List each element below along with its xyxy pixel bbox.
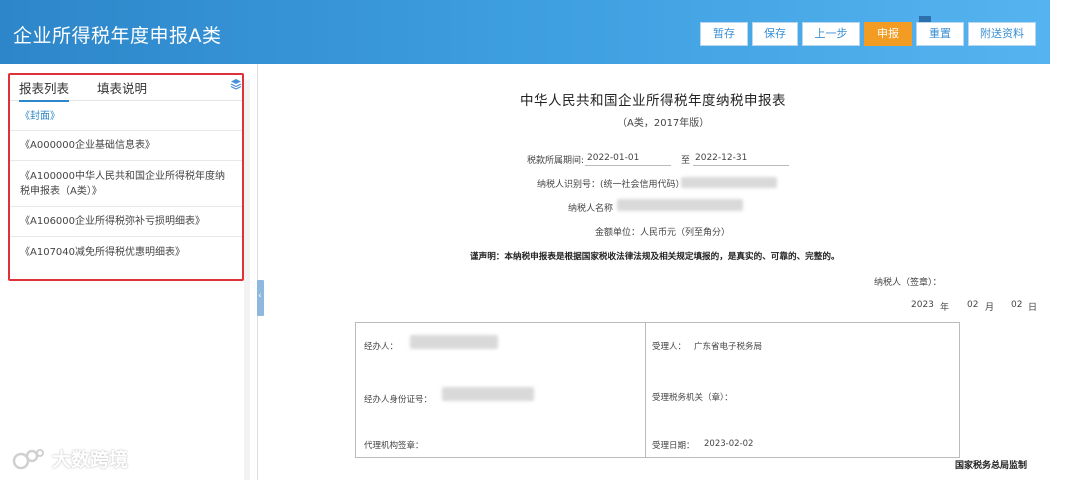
date-year: 2023 xyxy=(911,300,934,310)
signature-table: 经办人： 经办人身份证号： 代理机构签章： 受理人： 广东省电子税务局 受理税务… xyxy=(355,322,960,458)
tab-fill-instructions[interactable]: 填表说明 xyxy=(97,78,147,97)
date-day: 02 xyxy=(1011,300,1023,310)
handler-redacted xyxy=(410,335,498,349)
period-end-underline xyxy=(693,165,789,166)
accept-date-value: 2023-02-02 xyxy=(704,439,754,449)
handler-id-redacted xyxy=(442,387,534,401)
amount-unit-label: 金额单位：人民币元（列至角分） xyxy=(595,228,731,238)
declaration-form: 中华人民共和国企业所得税年度纳税申报表 （A类，2017年版） 税款所属期间: … xyxy=(265,64,1050,480)
supervision-text: 国家税务总局监制 xyxy=(955,461,1028,471)
sidebar: 报表列表 填表说明 《封面》 《A000000企业基础信息表》 《A100000… xyxy=(0,64,258,480)
accept-date-label: 受理日期： xyxy=(652,441,695,451)
attach-materials-button[interactable]: 附送资料 xyxy=(968,22,1036,46)
period-start-field[interactable]: 2022-01-01 xyxy=(587,153,639,163)
taxpayer-id-label: 纳税人识别号：(统一社会信用代码） xyxy=(537,180,685,190)
sidebar-collapse-handle[interactable]: ‹ xyxy=(257,280,264,316)
chevron-left-icon: ‹ xyxy=(258,291,262,301)
list-item-a100000[interactable]: 《A100000中华人民共和国企业所得税年度纳税申报表（A类）》 xyxy=(10,161,242,207)
layers-icon[interactable] xyxy=(230,78,242,90)
watermark: 大数跨境 xyxy=(12,445,128,472)
table-divider xyxy=(645,323,646,457)
handler-label: 经办人： xyxy=(364,342,399,352)
sidebar-scrollbar[interactable] xyxy=(244,80,250,480)
report-list: 《封面》 《A000000企业基础信息表》 《A100000中华人民共和国企业所… xyxy=(10,103,242,267)
period-start-underline xyxy=(585,165,671,166)
handler-id-label: 经办人身份证号： xyxy=(364,395,433,405)
period-end-field[interactable]: 2022-12-31 xyxy=(695,153,747,163)
main-scrollbar[interactable] xyxy=(1050,64,1080,480)
prev-step-button[interactable]: 上一步 xyxy=(802,22,860,46)
page-title: 企业所得税年度申报A类 xyxy=(13,25,222,47)
list-item-a000000[interactable]: 《A000000企业基础信息表》 xyxy=(10,131,242,161)
period-label: 税款所属期间: xyxy=(527,156,585,166)
save-button[interactable]: 保存 xyxy=(752,22,798,46)
sidebar-tabs: 报表列表 填表说明 xyxy=(10,75,242,102)
date-year-unit: 年 xyxy=(940,303,950,313)
taxpayer-sign-label: 纳税人（签章）： xyxy=(874,278,942,288)
list-item-a107040[interactable]: 《A107040减免所得税优惠明细表》 xyxy=(10,237,242,267)
taxpayer-name-label: 纳税人名称 xyxy=(568,204,614,214)
list-item-cover[interactable]: 《封面》 xyxy=(10,103,242,131)
list-item-a106000[interactable]: 《A106000企业所得税弥补亏损明细表》 xyxy=(10,207,242,237)
receiver-label: 受理人： xyxy=(652,342,687,352)
watermark-text: 大数跨境 xyxy=(52,449,129,471)
taxpayer-id-redacted xyxy=(681,177,777,188)
declaration-statement: 谨声明：本纳税申报表是根据国家税收法律法规及相关规定填报的，是真实的、可靠的、完… xyxy=(470,252,840,262)
tab-report-list[interactable]: 报表列表 xyxy=(19,78,70,102)
period-to-label: 至 xyxy=(681,156,691,166)
date-day-unit: 日 xyxy=(1028,303,1038,313)
date-month-unit: 月 xyxy=(985,303,995,313)
app-header: 企业所得税年度申报A类 暂存 保存 上一步 申报 重置 附送资料 xyxy=(0,0,1050,64)
receiver-value: 广东省电子税务局 xyxy=(694,342,763,352)
form-subtitle: （A类，2017年版） xyxy=(617,118,710,129)
reset-button[interactable]: 重置 xyxy=(916,22,964,46)
save-draft-button[interactable]: 暂存 xyxy=(700,22,748,46)
report-list-panel: 报表列表 填表说明 《封面》 《A000000企业基础信息表》 《A100000… xyxy=(8,73,244,281)
submit-declaration-button[interactable]: 申报 xyxy=(864,22,912,46)
form-title: 中华人民共和国企业所得税年度纳税申报表 xyxy=(520,93,786,109)
agency-sign-label: 代理机构签章： xyxy=(364,441,424,451)
taxpayer-name-redacted xyxy=(617,199,743,211)
date-month: 02 xyxy=(967,300,979,310)
watermark-logo-icon xyxy=(12,448,44,469)
tax-office-label: 受理税务机关（章）： xyxy=(652,393,733,403)
